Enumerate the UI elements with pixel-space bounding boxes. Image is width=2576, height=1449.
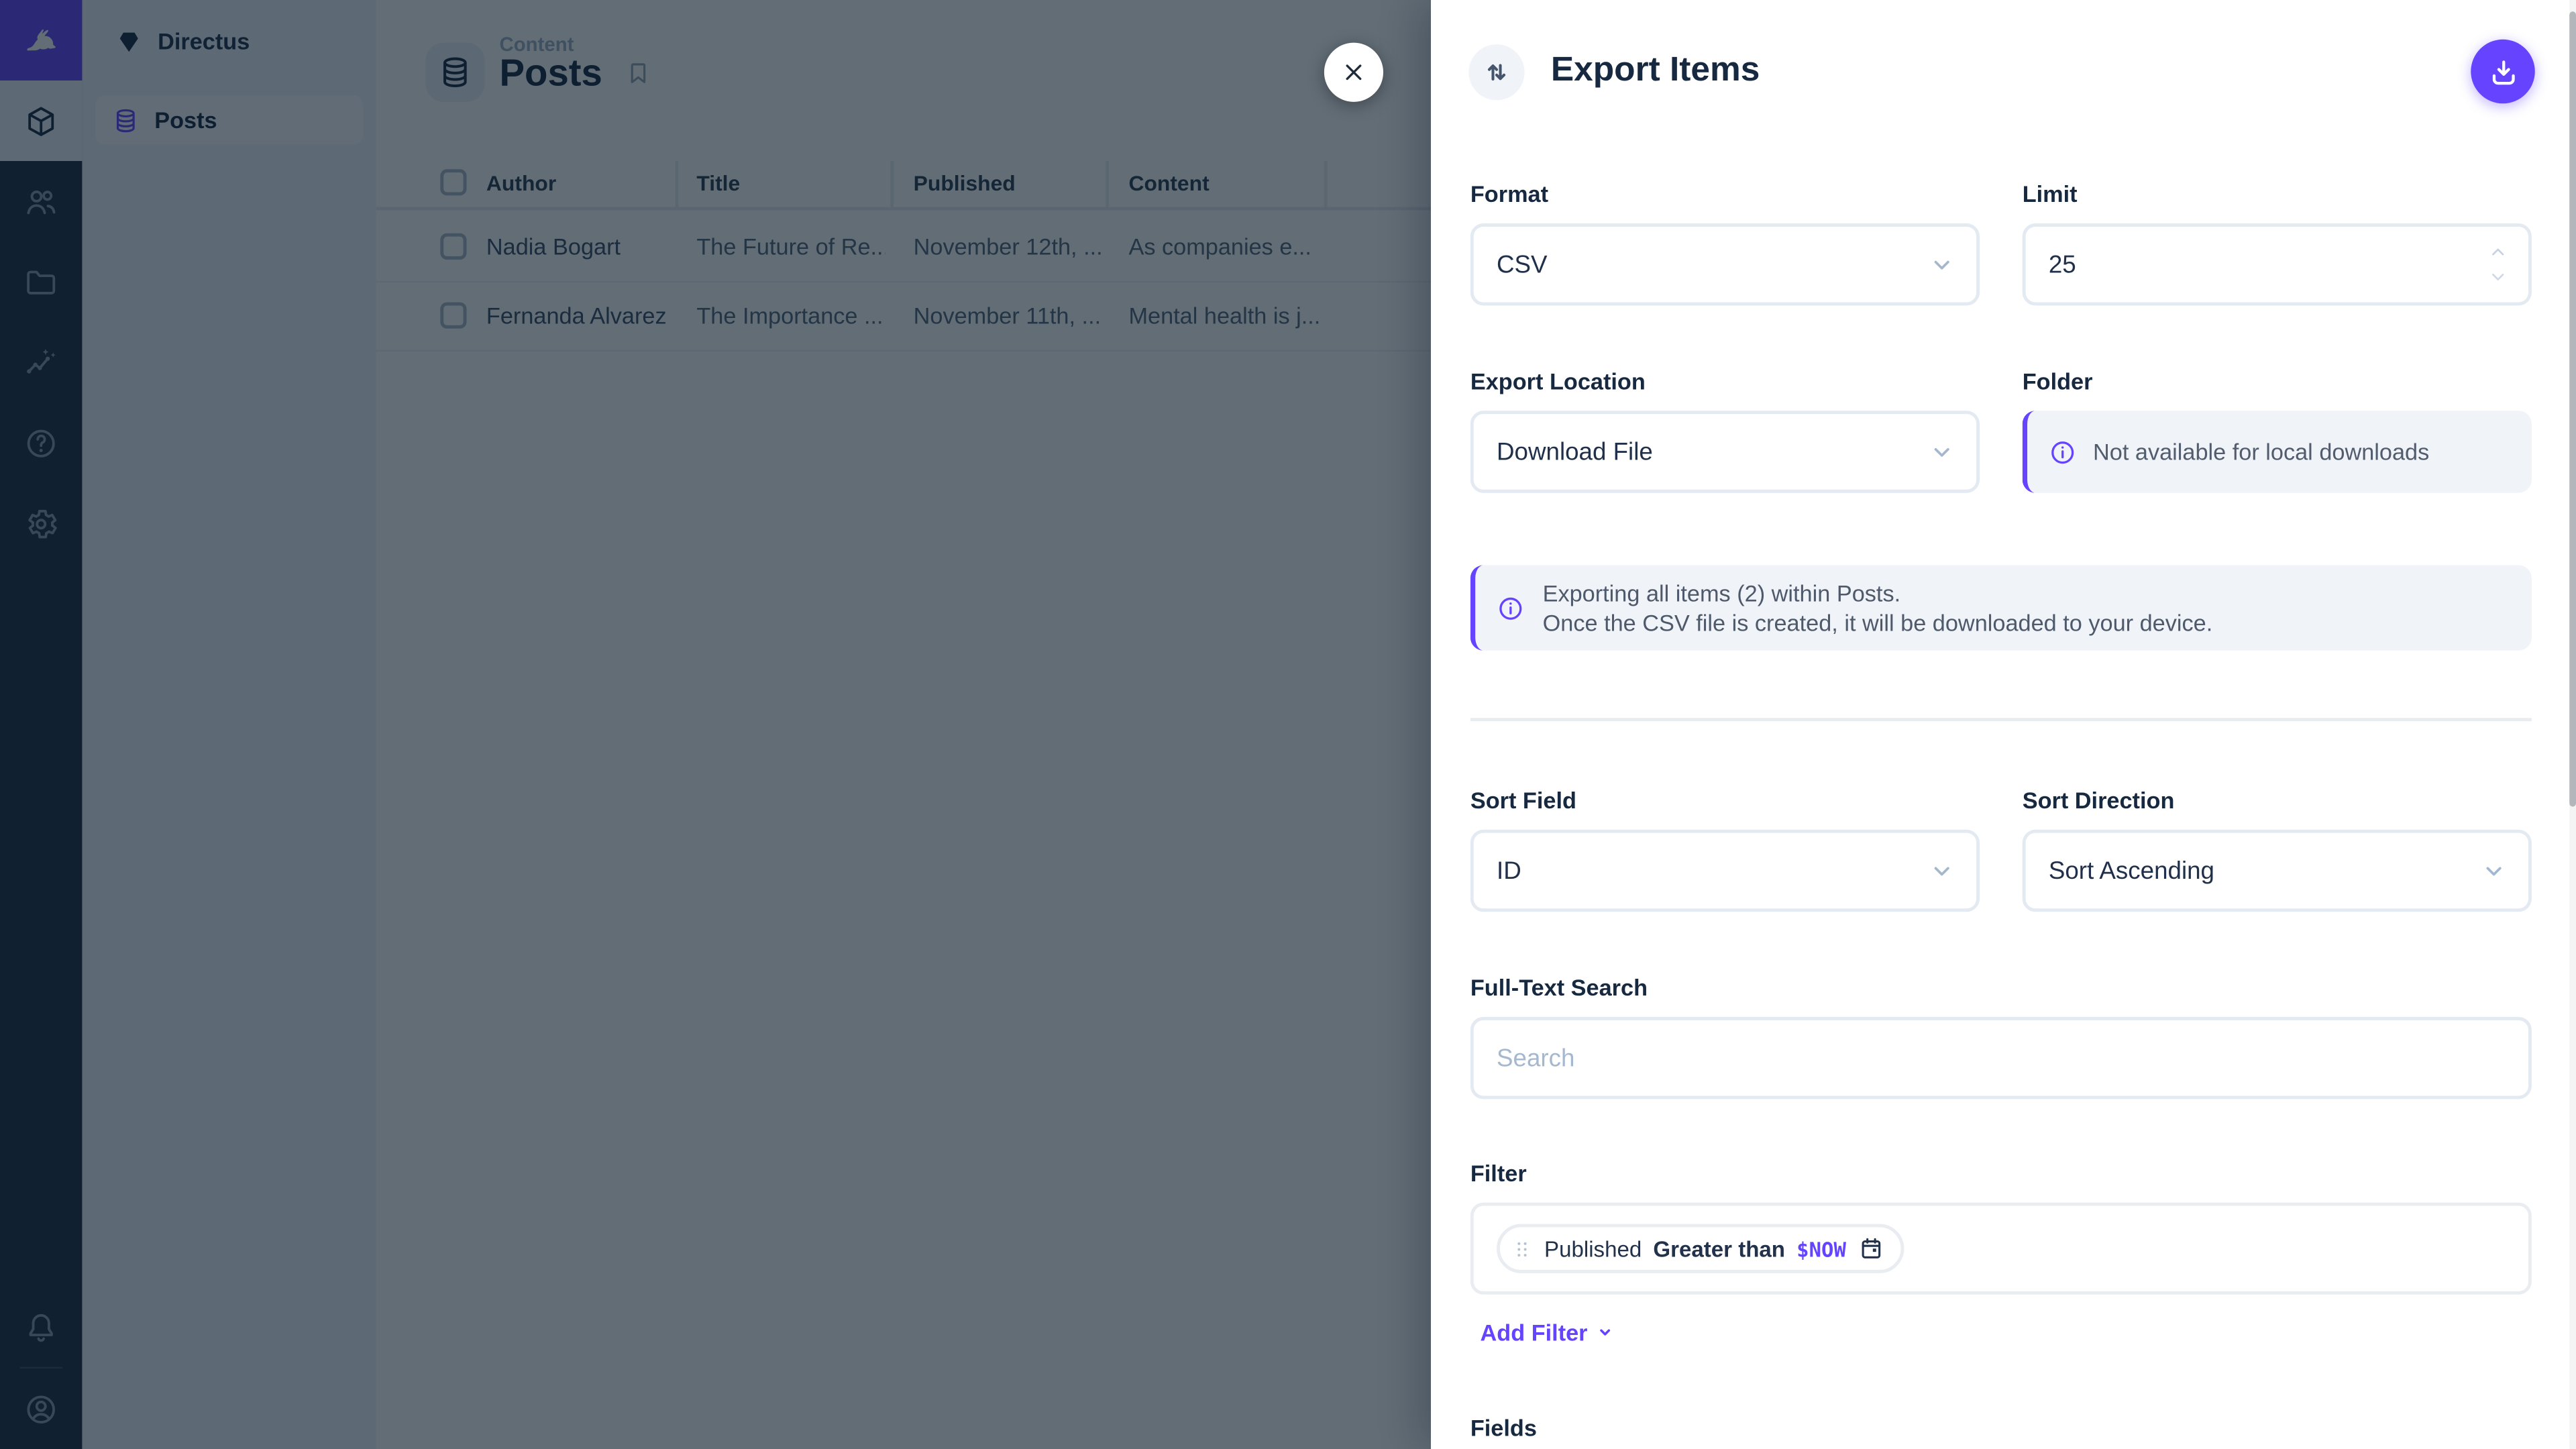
swap-vert-icon bbox=[1481, 56, 1513, 89]
chevron-down-icon bbox=[1594, 1321, 1617, 1344]
limit-label: Limit bbox=[2023, 177, 2532, 210]
sort-row: Sort Field ID Sort Direction Sort Ascend… bbox=[1470, 784, 2532, 912]
export-header-icon-circle bbox=[1468, 44, 1524, 100]
export-info-notice: Exporting all items (2) within Posts. On… bbox=[1470, 565, 2532, 650]
close-drawer-button[interactable] bbox=[1324, 43, 1383, 102]
sort-field-select[interactable]: ID bbox=[1470, 830, 1980, 912]
info-icon bbox=[2049, 438, 2077, 466]
limit-input-wrap bbox=[2023, 223, 2532, 305]
close-icon bbox=[1340, 59, 1366, 85]
search-input[interactable] bbox=[1470, 1017, 2532, 1099]
export-items-drawer: Export Items Format CSV Limit bbox=[1431, 0, 2576, 1449]
section-divider bbox=[1470, 718, 2532, 721]
drag-handle-icon[interactable] bbox=[1511, 1236, 1533, 1261]
scrollbar-track[interactable] bbox=[2569, 0, 2576, 1449]
export-location-select[interactable]: Download File bbox=[1470, 411, 1980, 492]
limit-input[interactable] bbox=[2049, 227, 2463, 303]
format-select[interactable]: CSV bbox=[1470, 223, 1980, 305]
info-icon bbox=[1497, 594, 1525, 622]
folder-field: Folder Not available for local downloads bbox=[2023, 365, 2532, 493]
chevron-down-icon bbox=[1927, 437, 1957, 466]
fields-section-label: Fields bbox=[1470, 1415, 1537, 1441]
chevron-down-icon bbox=[1927, 250, 1957, 279]
directus-app: Directus Posts Content Posts Author Titl… bbox=[0, 0, 2576, 1449]
filter-rule-chip[interactable]: Published Greater than $NOW bbox=[1497, 1224, 1904, 1273]
stepper-down-icon[interactable] bbox=[2487, 266, 2509, 288]
sort-field-label: Sort Field bbox=[1470, 784, 1980, 816]
download-icon bbox=[2487, 55, 2520, 88]
limit-field: Limit bbox=[2023, 177, 2532, 305]
chevron-down-icon bbox=[1927, 856, 1957, 885]
format-label: Format bbox=[1470, 177, 1980, 210]
filter-box: Published Greater than $NOW bbox=[1470, 1203, 2532, 1295]
limit-stepper[interactable] bbox=[2487, 241, 2509, 288]
start-export-button[interactable] bbox=[2471, 40, 2535, 104]
format-field: Format CSV bbox=[1470, 177, 1980, 305]
location-folder-row: Export Location Download File Folder Not… bbox=[1470, 365, 2532, 493]
filter-operator[interactable]: Greater than bbox=[1653, 1236, 1785, 1261]
export-location-label: Export Location bbox=[1470, 365, 1980, 398]
export-location-value: Download File bbox=[1497, 438, 1653, 466]
sort-direction-select[interactable]: Sort Ascending bbox=[2023, 830, 2532, 912]
stepper-up-icon[interactable] bbox=[2487, 241, 2509, 263]
add-filter-label: Add Filter bbox=[1481, 1320, 1588, 1346]
full-text-search-field: Full-Text Search bbox=[1470, 971, 2532, 1099]
sort-direction-field: Sort Direction Sort Ascending bbox=[2023, 784, 2532, 912]
drawer-title: Export Items bbox=[1551, 51, 1760, 91]
filter-label: Filter bbox=[1470, 1157, 2532, 1189]
export-notice-text: Exporting all items (2) within Posts. On… bbox=[1543, 578, 2213, 637]
export-notice-line1: Exporting all items (2) within Posts. bbox=[1543, 578, 2213, 608]
full-text-search-label: Full-Text Search bbox=[1470, 971, 2532, 1004]
format-value: CSV bbox=[1497, 250, 1548, 278]
filter-value[interactable]: $NOW bbox=[1796, 1236, 1846, 1261]
folder-notice-text: Not available for local downloads bbox=[2093, 439, 2429, 465]
filter-field-name: Published bbox=[1544, 1236, 1642, 1261]
sort-field-field: Sort Field ID bbox=[1470, 784, 1980, 912]
export-location-field: Export Location Download File bbox=[1470, 365, 1980, 493]
export-notice-line2: Once the CSV file is created, it will be… bbox=[1543, 608, 2213, 637]
chevron-down-icon bbox=[2479, 856, 2509, 885]
sort-field-value: ID bbox=[1497, 857, 1521, 885]
add-filter-button[interactable]: Add Filter bbox=[1481, 1320, 1617, 1346]
sort-direction-label: Sort Direction bbox=[2023, 784, 2532, 816]
sort-direction-value: Sort Ascending bbox=[2049, 857, 2214, 885]
filter-field: Filter Published Greater than $NOW bbox=[1470, 1157, 2532, 1295]
folder-label: Folder bbox=[2023, 365, 2532, 398]
calendar-icon[interactable] bbox=[1858, 1236, 1884, 1262]
folder-notice: Not available for local downloads bbox=[2023, 411, 2532, 492]
drawer-backdrop[interactable] bbox=[0, 0, 1431, 1449]
format-limit-row: Format CSV Limit bbox=[1470, 177, 2532, 305]
scrollbar-thumb[interactable] bbox=[2569, 11, 2576, 806]
